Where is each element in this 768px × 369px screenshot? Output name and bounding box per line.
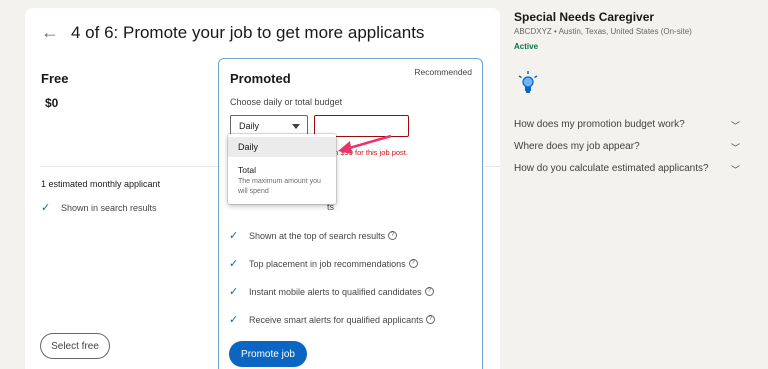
- free-plan-price: $0: [45, 96, 59, 110]
- faq-item[interactable]: How does my promotion budget work? ﹀: [514, 119, 740, 132]
- help-icon[interactable]: ?: [388, 231, 398, 240]
- chevron-down-icon[interactable]: ﹀: [731, 163, 740, 176]
- divider: [40, 166, 220, 167]
- promoted-feature-label: Receive smart alerts for qualified appli…: [249, 314, 424, 325]
- promoted-feature-label: Top placement in job recommendations: [249, 258, 406, 269]
- page-title: 4 of 6: Promote your job to get more app…: [71, 22, 425, 42]
- free-plan-title: Free: [41, 71, 69, 86]
- promoted-feature-item: ✓ Top placement in job recommendations ?: [229, 257, 418, 270]
- checkmark-icon: ✓: [229, 286, 239, 298]
- chevron-down-icon[interactable]: ﹀: [731, 119, 740, 132]
- help-icon[interactable]: ?: [424, 287, 434, 296]
- job-title: Special Needs Caregiver: [514, 10, 655, 24]
- recommended-badge: Recommended: [414, 67, 472, 77]
- promoted-feature-item: ✓ Receive smart alerts for qualified app…: [229, 313, 436, 326]
- status-badge: Active: [514, 42, 539, 51]
- promoted-plan-title: Promoted: [230, 71, 291, 86]
- lightbulb-icon: [518, 71, 538, 93]
- checkmark-icon: ✓: [229, 314, 239, 326]
- select-free-button[interactable]: Select free: [40, 333, 110, 359]
- budget-type-dropdown: Daily Total The maximum amount you will …: [228, 134, 336, 204]
- budget-type-label: Choose daily or total budget: [230, 97, 343, 107]
- help-icon[interactable]: ?: [426, 315, 436, 324]
- promoted-feature-item: ✓ Instant mobile alerts to qualified can…: [229, 285, 434, 298]
- promoted-feature-label: Shown at the top of search results: [249, 230, 386, 241]
- job-subtitle: ABCDXYZ • Austin, Texas, United States (…: [514, 27, 692, 36]
- arrow-left-icon[interactable]: ←: [41, 22, 67, 43]
- help-icon[interactable]: ?: [408, 259, 418, 268]
- chevron-down-icon[interactable]: ﹀: [731, 141, 740, 154]
- faq-question: How do you calculate estimated applicant…: [514, 163, 709, 174]
- faq-item[interactable]: How do you calculate estimated applicant…: [514, 163, 740, 176]
- promoted-feature-item: ✓ Shown at the top of search results ?: [229, 229, 398, 242]
- dropdown-option-total[interactable]: Total: [238, 165, 256, 175]
- card-header: ← 4 of 6: Promote your job to get more a…: [41, 22, 424, 43]
- annotation-arrow-icon: [338, 134, 392, 154]
- faq-question: How does my promotion budget work?: [514, 119, 685, 130]
- free-feature-item: ✓ Shown in search results: [41, 201, 157, 214]
- divider: [485, 166, 500, 167]
- free-feature-label: Shown in search results: [61, 202, 157, 213]
- budget-type-selected: Daily: [239, 121, 260, 131]
- caret-down-icon: [292, 124, 300, 129]
- faq-item[interactable]: Where does my job appear? ﹀: [514, 141, 740, 154]
- promote-job-button[interactable]: Promote job: [229, 341, 307, 367]
- checkmark-icon: ✓: [229, 230, 239, 242]
- promoted-feature-label: Instant mobile alerts to qualified candi…: [249, 286, 422, 297]
- promoted-plan-panel: Recommended Promoted Choose daily or tot…: [218, 58, 483, 369]
- checkmark-icon: ✓: [41, 202, 51, 214]
- dropdown-option-total-description: The maximum amount you will spend: [238, 178, 321, 195]
- faq-question: Where does my job appear?: [514, 141, 640, 152]
- checkmark-icon: ✓: [229, 258, 239, 270]
- dropdown-option-daily[interactable]: Daily: [228, 137, 336, 157]
- free-estimate: 1 estimated monthly applicant: [41, 179, 161, 189]
